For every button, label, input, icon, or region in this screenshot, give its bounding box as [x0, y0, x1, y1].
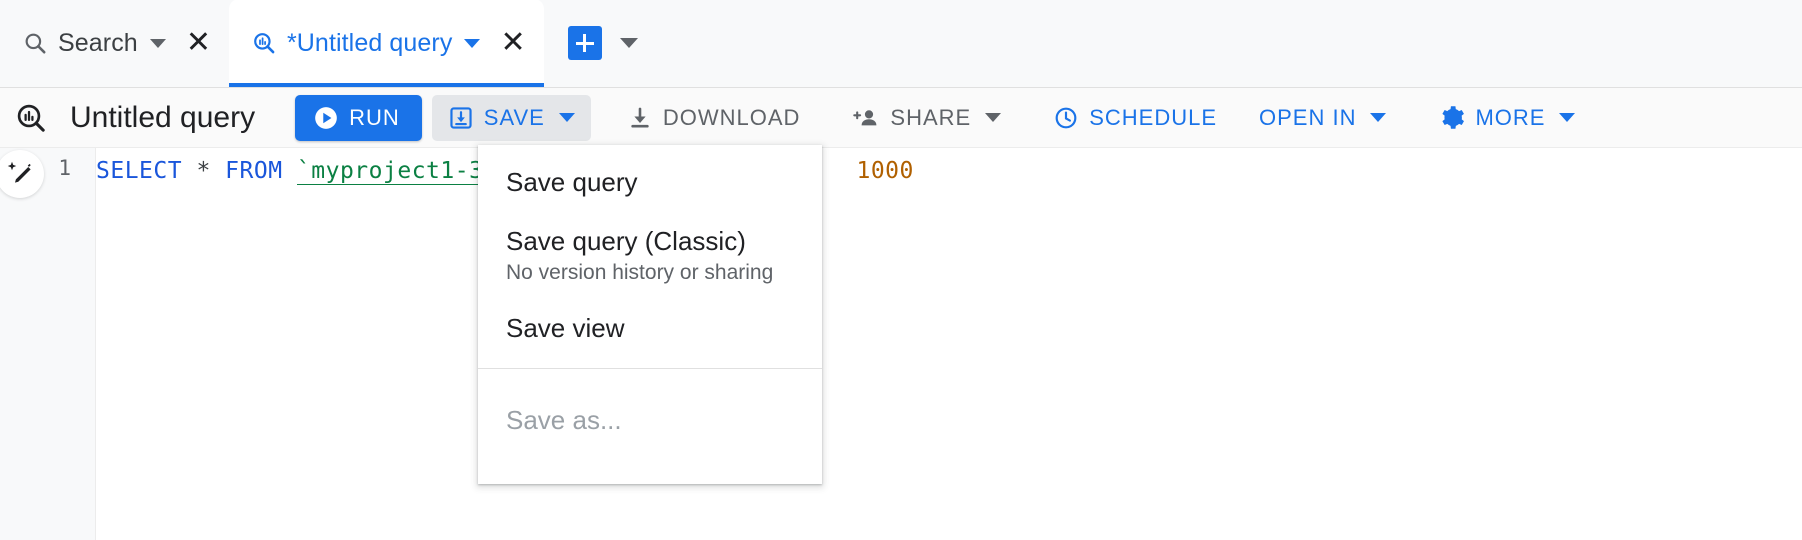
- chevron-down-icon: [558, 113, 575, 122]
- save-button-label: SAVE: [483, 104, 545, 130]
- search-icon: [22, 30, 48, 56]
- magic-wand-icon[interactable]: [0, 150, 44, 198]
- more-button[interactable]: MORE: [1422, 95, 1591, 141]
- menu-item-save-query[interactable]: Save query: [478, 153, 822, 212]
- menu-item-save-query-classic-subtitle: No version history or sharing: [506, 261, 774, 284]
- share-button[interactable]: SHARE: [836, 95, 1017, 141]
- tab-bar: Search ✕ *Untitled query ✕: [0, 0, 1802, 88]
- sql-star: *: [196, 158, 211, 184]
- save-icon: [448, 105, 474, 131]
- save-button[interactable]: SAVE: [431, 94, 591, 141]
- chevron-down-icon[interactable]: [464, 38, 481, 48]
- open-in-button[interactable]: OPEN IN: [1243, 95, 1402, 141]
- editor-gutter: 1: [0, 148, 96, 540]
- menu-item-save-query-label: Save query: [506, 167, 638, 197]
- tab-untitled-query[interactable]: *Untitled query ✕: [228, 0, 544, 87]
- more-button-label: MORE: [1475, 104, 1546, 130]
- menu-item-save-view[interactable]: Save view: [478, 299, 822, 358]
- sql-keyword-select: SELECT: [96, 158, 183, 184]
- plus-icon[interactable]: [567, 26, 602, 60]
- download-button[interactable]: DOWNLOAD: [611, 95, 817, 141]
- chevron-down-icon[interactable]: [619, 38, 638, 48]
- sql-editor[interactable]: 1 SELECT * FROM `myproject1-38100 1000: [0, 148, 1802, 540]
- download-icon: [627, 105, 653, 131]
- open-in-button-label: OPEN IN: [1259, 104, 1357, 130]
- tab-untitled-query-close-icon[interactable]: ✕: [500, 28, 525, 58]
- sql-keyword-from: FROM: [225, 158, 283, 184]
- tab-search-label: Search: [58, 28, 138, 57]
- tab-untitled-query-label: *Untitled query: [286, 28, 453, 57]
- schedule-button-label: SCHEDULE: [1089, 104, 1218, 130]
- gear-icon: [1438, 104, 1465, 131]
- new-tab-controls: [544, 0, 638, 87]
- chevron-down-icon: [985, 113, 1002, 122]
- query-editor-icon: [14, 101, 48, 135]
- schedule-button[interactable]: SCHEDULE: [1037, 95, 1233, 141]
- menu-item-save-query-classic[interactable]: Save query (Classic) No version history …: [478, 212, 822, 299]
- bigquery-editor-window: Search ✕ *Untitled query ✕ Untitled quer…: [0, 0, 1802, 540]
- menu-item-save-view-label: Save view: [506, 313, 625, 343]
- share-button-label: SHARE: [890, 104, 972, 130]
- clock-icon: [1053, 105, 1079, 131]
- menu-item-save-query-classic-label: Save query (Classic): [506, 226, 746, 256]
- menu-item-save-as: Save as...: [478, 391, 822, 450]
- person-add-icon: [852, 105, 880, 131]
- line-number: 1: [58, 156, 71, 180]
- tab-search-close-icon[interactable]: ✕: [186, 28, 211, 58]
- sql-space: [182, 158, 196, 184]
- play-circle-icon: [313, 105, 339, 131]
- run-button-label: RUN: [349, 104, 400, 130]
- query-toolbar: Untitled query RUN SAVE DOWNLOAD SHARE S…: [0, 88, 1802, 148]
- menu-bottom-group: Save as...: [478, 369, 822, 484]
- download-button-label: DOWNLOAD: [662, 104, 801, 130]
- chevron-down-icon[interactable]: [149, 38, 166, 48]
- tab-search[interactable]: Search ✕: [0, 0, 229, 87]
- sql-space-2: [211, 158, 225, 184]
- chevron-down-icon: [1370, 113, 1387, 122]
- sql-space-3: [283, 158, 297, 184]
- sql-limit-number: 1000: [856, 158, 914, 184]
- menu-item-save-as-label: Save as...: [506, 405, 622, 435]
- query-icon: [251, 30, 277, 56]
- run-button[interactable]: RUN: [295, 94, 422, 141]
- page-title: Untitled query: [70, 100, 256, 134]
- chevron-down-icon: [1559, 113, 1576, 122]
- save-dropdown-menu: Save query Save query (Classic) No versi…: [478, 145, 822, 484]
